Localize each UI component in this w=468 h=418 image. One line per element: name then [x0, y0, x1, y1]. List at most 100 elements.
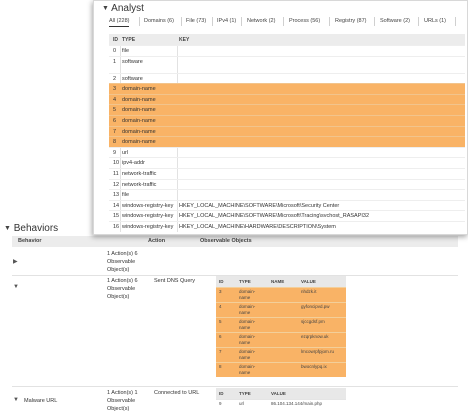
url-objects-table: ID TYPE VALUE 9 url 86.104.134.144/main.… — [216, 388, 346, 408]
cell-value: lmcowrpfpjom.ru — [298, 346, 346, 362]
collapse-triangle-icon[interactable]: ▼ — [4, 225, 11, 232]
col-key: KEY — [179, 37, 190, 43]
analyst-heading[interactable]: ▼ Analyst — [102, 3, 144, 14]
table-row[interactable]: 1 software — [109, 55, 465, 73]
tab-divider — [181, 17, 182, 26]
table-row[interactable]: 10 ipv4-addr — [109, 157, 465, 168]
cell-name — [268, 316, 298, 332]
table-row[interactable]: 2 software — [109, 72, 465, 84]
table-row[interactable]: 11 network-traffic — [109, 167, 465, 179]
cell-id: 7 — [113, 128, 117, 135]
dns-col-type: TYPE — [236, 276, 268, 287]
expand-triangle-icon[interactable]: ▶ — [13, 258, 18, 265]
analyst-panel: ▼ Analyst All (228) Domains (6) File (73… — [93, 0, 468, 235]
behavior-action-count: 1 Action(s) 6 Observable Object(s) — [107, 251, 138, 273]
behavior-name: Malware URL — [24, 398, 58, 404]
analyst-title: Analyst — [111, 3, 144, 14]
cell-name — [268, 361, 298, 377]
cell-id: 2 — [113, 75, 117, 82]
tab-all[interactable]: All (228) — [109, 18, 130, 27]
cell-type: domain-name — [236, 331, 268, 347]
cell-type: domain-name — [236, 286, 268, 302]
table-row[interactable]: 8 domain-name — [109, 136, 465, 147]
cell-type: software — [122, 58, 143, 65]
cell-type: file — [122, 192, 130, 199]
table-row[interactable]: 7 domain-name — [109, 125, 465, 137]
table-row[interactable]: 9 url — [109, 146, 465, 158]
table-header: ID TYPE KEY — [109, 34, 465, 45]
cell-value: ezqrpknow.uk — [298, 331, 346, 347]
cell-id: 6 — [113, 117, 117, 124]
behaviors-heading[interactable]: ▼ Behaviors — [4, 223, 58, 234]
tab-divider — [455, 17, 456, 26]
cell-id: 13 — [113, 192, 120, 199]
object-type-tabs: All (228) Domains (6) File (73) IPv4 (1)… — [107, 16, 463, 28]
cell-type: domain-name — [236, 301, 268, 317]
table-row[interactable]: 6 domain-name ezqrpknow.uk — [216, 331, 346, 347]
behavior-action-count: 1 Action(s) 6 Observable Object(s) — [107, 278, 138, 300]
col-action: Action — [148, 238, 166, 244]
table-row[interactable]: 3 domain-name — [109, 83, 465, 94]
collapse-triangle-icon[interactable]: ▼ — [13, 397, 19, 403]
collapse-triangle-icon[interactable]: ▼ — [13, 284, 19, 290]
cell-id: 3 — [113, 86, 117, 93]
tab-divider — [329, 17, 330, 26]
cell-type: domain-name — [236, 346, 268, 362]
cell-key: HKEY_LOCAL_MACHINE\SOFTWARE\Microsoft\Se… — [179, 202, 340, 209]
tab-file[interactable]: File (73) — [186, 18, 206, 26]
table-row[interactable]: 6 domain-name — [109, 114, 465, 126]
tab-software[interactable]: Software (2) — [380, 18, 410, 26]
table-row[interactable]: 9 url 86.104.134.144/main.php — [216, 398, 346, 408]
table-row[interactable]: 5 domain-name sjccgdsf.pm — [216, 316, 346, 332]
tab-urls[interactable]: URLs (1) — [424, 18, 446, 26]
table-row[interactable]: 0 file — [109, 45, 465, 56]
url-table-header: ID TYPE VALUE — [216, 388, 346, 399]
cell-type: windows-registry-key — [122, 202, 174, 209]
cell-value: bwocnlypq.ix — [298, 361, 346, 377]
cell-name — [268, 346, 298, 362]
table-row[interactable]: 15 windows-registry-key HKEY_LOCAL_MACHINE… — [109, 210, 465, 221]
behaviors-title: Behaviors — [13, 223, 59, 234]
tab-divider — [212, 17, 213, 26]
table-row[interactable]: 4 domain-name — [109, 93, 465, 105]
tab-process[interactable]: Process (56) — [289, 18, 320, 26]
table-row[interactable]: 8 domain-name bwocnlypq.ix — [216, 361, 346, 377]
cell-value: nhdzk.it — [298, 286, 346, 302]
row-divider — [12, 386, 458, 387]
url-col-type: TYPE — [236, 388, 268, 399]
table-row[interactable]: 5 domain-name — [109, 104, 465, 115]
analyst-objects-table: ID TYPE KEY 0 file 1 software 2 software 3d… — [109, 34, 465, 232]
table-row[interactable]: 12 network-traffic — [109, 178, 465, 190]
table-row[interactable]: 13 file — [109, 189, 465, 200]
tab-ipv4[interactable]: IPv4 (1) — [217, 18, 236, 26]
collapse-triangle-icon[interactable]: ▼ — [102, 5, 109, 12]
cell-value: gyfoncipvd.pw — [298, 301, 346, 317]
cell-type: url — [236, 398, 268, 408]
tab-domains[interactable]: Domains (6) — [144, 18, 174, 26]
table-row[interactable]: 7 domain-name lmcowrpfpjom.ru — [216, 346, 346, 362]
cell-id: 4 — [113, 96, 117, 103]
cell-value: sjccgdsf.pm — [298, 316, 346, 332]
url-col-id: ID — [216, 388, 236, 399]
cell-type: windows-registry-key — [122, 223, 174, 230]
cell-id: 14 — [113, 202, 120, 209]
cell-name — [268, 286, 298, 302]
table-row[interactable]: 16 windows-registry-key HKEY_LOCAL_MACHINE… — [109, 220, 465, 232]
tab-network[interactable]: Network (2) — [247, 18, 275, 26]
url-col-value: VALUE — [268, 388, 346, 399]
cell-type: network-traffic — [122, 170, 157, 177]
tab-divider — [374, 17, 375, 26]
cell-key: HKEY_LOCAL_MACHINE\HARDWARE\DESCRIPTION\… — [179, 223, 336, 230]
table-row[interactable]: 3 domain-name nhdzk.it — [216, 286, 346, 302]
tab-divider — [241, 17, 242, 26]
cell-value: 86.104.134.144/main.php — [268, 398, 346, 408]
cell-id: 1 — [113, 58, 117, 65]
table-row[interactable]: 4 domain-name gyfoncipvd.pw — [216, 301, 346, 317]
cell-id: 9 — [113, 149, 117, 156]
tab-registry[interactable]: Registry (87) — [335, 18, 366, 26]
table-body: 0 file 1 software 2 software 3 domain-name 4… — [109, 45, 465, 232]
tab-divider — [418, 17, 419, 26]
table-row[interactable]: 14 windows-registry-key HKEY_LOCAL_MACHINE… — [109, 199, 465, 211]
tab-divider — [283, 17, 284, 26]
cell-key: HKEY_LOCAL_MACHINE\SOFTWARE\Microsoft\Tr… — [179, 213, 370, 220]
